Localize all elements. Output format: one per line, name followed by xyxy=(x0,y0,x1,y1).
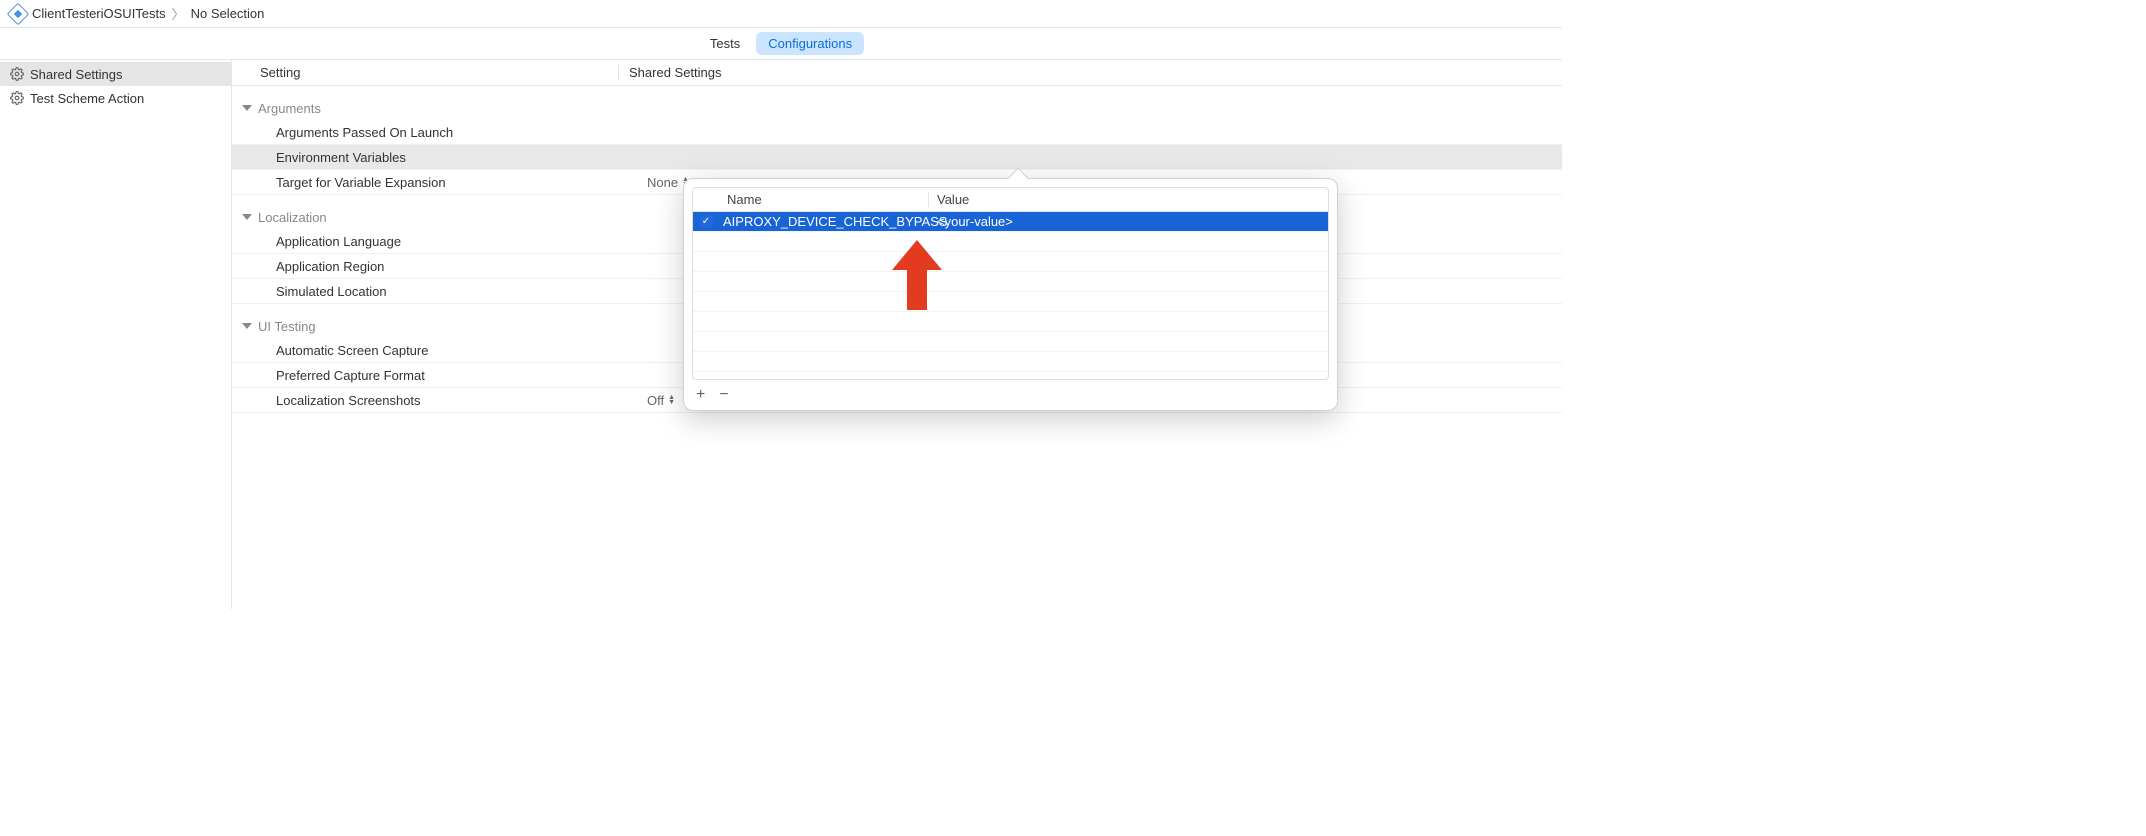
setting-label: Application Region xyxy=(276,259,647,274)
setting-value-text: Off xyxy=(647,393,664,408)
table-row[interactable]: AIPROXY_DEVICE_CHECK_BYPASS <your-value> xyxy=(693,212,1328,232)
setting-label: Environment Variables xyxy=(276,150,647,165)
table-row[interactable] xyxy=(693,352,1328,372)
popover-table: Name Value AIPROXY_DEVICE_CHECK_BYPASS <… xyxy=(692,187,1329,380)
remove-button[interactable]: − xyxy=(719,387,728,403)
row-name[interactable]: AIPROXY_DEVICE_CHECK_BYPASS xyxy=(719,214,929,229)
breadcrumb-project[interactable]: ClientTesteriOSUITests xyxy=(32,6,166,21)
popover-col-name[interactable]: Name xyxy=(719,192,929,207)
setting-label: Application Language xyxy=(276,234,647,249)
table-row[interactable] xyxy=(693,232,1328,252)
breadcrumb-separator: 〉 xyxy=(172,4,185,23)
gear-icon xyxy=(10,91,24,105)
section-title: Arguments xyxy=(258,101,321,116)
table-row[interactable] xyxy=(693,292,1328,312)
row-checkbox-cell xyxy=(693,215,719,228)
setting-row-env-vars[interactable]: Environment Variables xyxy=(232,145,1562,170)
sidebar-item-shared-settings[interactable]: Shared Settings xyxy=(0,62,231,86)
setting-label: Localization Screenshots xyxy=(276,393,647,408)
updown-icon: ▲▼ xyxy=(668,395,675,405)
setting-row-args-passed[interactable]: Arguments Passed On Launch xyxy=(232,120,1562,145)
content-header: Setting Shared Settings xyxy=(232,60,1562,86)
sidebar-item-label: Shared Settings xyxy=(30,67,123,82)
chevron-down-icon xyxy=(242,105,252,111)
add-button[interactable]: + xyxy=(696,387,705,403)
tab-tests[interactable]: Tests xyxy=(698,32,752,55)
table-row[interactable] xyxy=(693,252,1328,272)
section-header-arguments[interactable]: Arguments xyxy=(232,96,1562,120)
checkbox-icon[interactable] xyxy=(700,215,713,228)
chevron-down-icon xyxy=(242,214,252,220)
popover-body: AIPROXY_DEVICE_CHECK_BYPASS <your-value> xyxy=(693,212,1328,379)
sidebar-item-label: Test Scheme Action xyxy=(30,91,144,106)
breadcrumb-selection[interactable]: No Selection xyxy=(191,6,265,21)
setting-label: Arguments Passed On Launch xyxy=(276,125,647,140)
section-title: UI Testing xyxy=(258,319,316,334)
sidebar: Shared Settings Test Scheme Action xyxy=(0,60,232,609)
env-vars-popover: Name Value AIPROXY_DEVICE_CHECK_BYPASS <… xyxy=(683,178,1338,411)
row-value[interactable]: <your-value> xyxy=(929,214,1328,229)
setting-label: Automatic Screen Capture xyxy=(276,343,647,358)
section-title: Localization xyxy=(258,210,327,225)
setting-label: Simulated Location xyxy=(276,284,647,299)
tab-configurations[interactable]: Configurations xyxy=(756,32,864,55)
popover-footer: + − xyxy=(684,380,1337,410)
table-row[interactable] xyxy=(693,272,1328,292)
content: Setting Shared Settings Arguments Argume… xyxy=(232,60,1562,609)
setting-value-text: None xyxy=(647,175,678,190)
tabs: Tests Configurations xyxy=(0,28,1562,60)
column-shared-settings: Shared Settings xyxy=(618,65,1562,80)
chevron-down-icon xyxy=(242,323,252,329)
popover-col-value[interactable]: Value xyxy=(929,192,1328,207)
setting-label: Preferred Capture Format xyxy=(276,368,647,383)
table-row[interactable] xyxy=(693,312,1328,332)
sidebar-item-test-scheme-action[interactable]: Test Scheme Action xyxy=(0,86,231,110)
gear-icon xyxy=(10,67,24,81)
testplan-icon xyxy=(7,2,30,25)
column-setting: Setting xyxy=(232,65,618,80)
popover-header: Name Value xyxy=(693,188,1328,212)
table-row[interactable] xyxy=(693,332,1328,352)
breadcrumb: ClientTesteriOSUITests 〉 No Selection xyxy=(0,0,1562,28)
setting-label: Target for Variable Expansion xyxy=(276,175,647,190)
